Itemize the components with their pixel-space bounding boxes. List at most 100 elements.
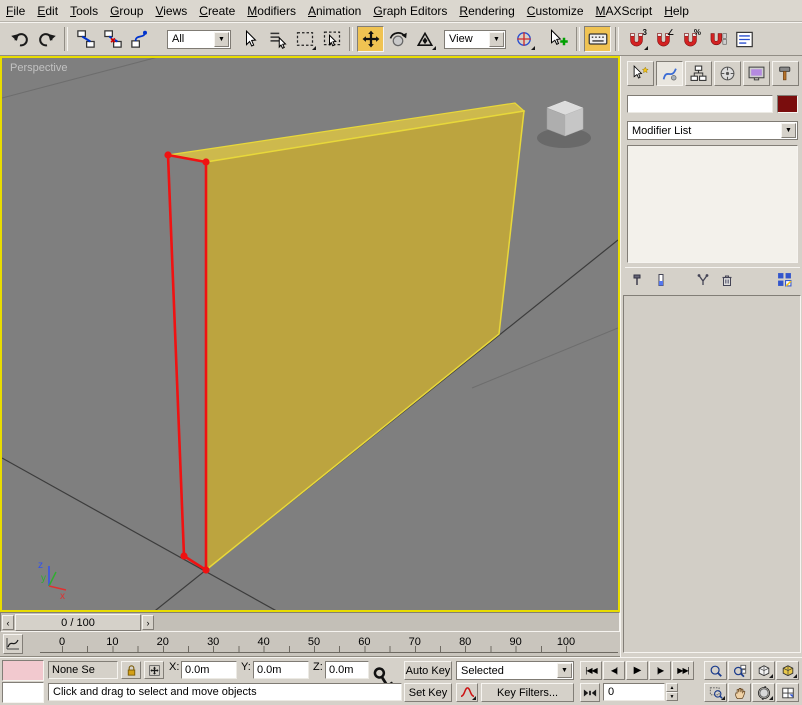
time-slider-track[interactable]: ‹ 0 / 100 › bbox=[0, 612, 620, 632]
absolute-offset-toggle-button[interactable] bbox=[144, 661, 164, 679]
object-name-field[interactable] bbox=[627, 95, 773, 113]
modifier-stack[interactable] bbox=[627, 145, 798, 263]
unlink-selection-button[interactable] bbox=[99, 26, 126, 52]
use-pivot-point-center-button[interactable] bbox=[510, 26, 537, 52]
pan-button[interactable] bbox=[728, 683, 751, 702]
set-key-button[interactable]: Set Key bbox=[404, 683, 452, 702]
menu-file[interactable]: File bbox=[0, 1, 31, 21]
zoom-all-button[interactable] bbox=[728, 661, 751, 680]
key-mode-toggle-button[interactable] bbox=[580, 683, 600, 702]
play-button[interactable]: ▶ bbox=[626, 661, 648, 680]
auto-key-button[interactable]: Auto Key bbox=[404, 661, 452, 680]
select-and-scale-button[interactable] bbox=[411, 26, 438, 52]
modifier-list-dropdown[interactable]: Modifier List ▼ bbox=[627, 121, 798, 140]
zoom-extents-button[interactable] bbox=[752, 661, 775, 680]
chevron-down-icon[interactable]: ▼ bbox=[489, 32, 504, 47]
menu-animation[interactable]: Animation bbox=[302, 1, 367, 21]
tab-hierarchy[interactable] bbox=[685, 61, 712, 86]
perspective-viewport[interactable]: Perspective bbox=[0, 56, 620, 612]
menu-maxscript[interactable]: MAXScript bbox=[590, 1, 659, 21]
tab-motion[interactable] bbox=[714, 61, 741, 86]
menu-graph-editors[interactable]: Graph Editors bbox=[367, 1, 453, 21]
go-to-start-button[interactable]: |◀◀ bbox=[580, 661, 602, 680]
object-color-swatch[interactable] bbox=[777, 95, 798, 113]
chevron-down-icon[interactable]: ▼ bbox=[214, 32, 229, 47]
select-and-manipulate-button[interactable] bbox=[545, 26, 572, 52]
time-slider-handle[interactable]: 0 / 100 bbox=[15, 614, 141, 631]
pin-stack-button[interactable] bbox=[625, 270, 649, 290]
current-frame-field[interactable]: 0 bbox=[603, 683, 665, 701]
menu-help[interactable]: Help bbox=[658, 1, 695, 21]
frame-spinner[interactable]: ▲ ▼ bbox=[666, 683, 678, 701]
maxscript-listener-script-line[interactable] bbox=[2, 682, 44, 703]
window-crossing-toggle-button[interactable] bbox=[318, 26, 345, 52]
maxscript-listener-macro-line[interactable] bbox=[2, 660, 44, 681]
zoom-extents-all-button[interactable] bbox=[776, 661, 799, 680]
select-and-rotate-button[interactable] bbox=[384, 26, 411, 52]
arc-rotate-button[interactable] bbox=[752, 683, 775, 702]
ruler-tick-90: 90 bbox=[506, 636, 526, 648]
chevron-down-icon[interactable]: ▼ bbox=[781, 123, 796, 138]
undo-button[interactable] bbox=[6, 26, 33, 52]
scene-object-box[interactable] bbox=[537, 101, 591, 148]
bind-to-space-warp-button[interactable] bbox=[126, 26, 153, 52]
spinner-up-icon[interactable]: ▲ bbox=[666, 683, 678, 692]
lock-selection-button[interactable] bbox=[121, 661, 141, 679]
selection-filter-dropdown[interactable]: All ▼ bbox=[167, 30, 231, 49]
coord-z-field[interactable]: 0.0m bbox=[325, 661, 369, 679]
coord-y-field[interactable]: 0.0m bbox=[253, 661, 309, 679]
menu-group[interactable]: Group bbox=[104, 1, 149, 21]
configure-modifier-sets-button[interactable] bbox=[772, 270, 796, 290]
remove-modifier-button[interactable] bbox=[715, 270, 739, 290]
tab-create[interactable] bbox=[627, 61, 654, 86]
viewport-scene[interactable]: z y x bbox=[2, 58, 618, 610]
min-max-toggle-button[interactable] bbox=[776, 683, 799, 702]
time-slider-prev-button[interactable]: ‹ bbox=[2, 615, 14, 630]
named-selection-sets-button[interactable] bbox=[731, 26, 758, 52]
menu-customize[interactable]: Customize bbox=[521, 1, 590, 21]
previous-frame-button[interactable]: ◀| bbox=[603, 661, 625, 680]
show-end-result-button[interactable] bbox=[649, 270, 673, 290]
zoom-region-button[interactable] bbox=[704, 683, 727, 702]
rollout-area[interactable] bbox=[623, 295, 801, 653]
spinner-down-icon[interactable]: ▼ bbox=[666, 692, 678, 701]
menu-edit[interactable]: Edit bbox=[31, 1, 64, 21]
scene-object-wall[interactable] bbox=[168, 103, 524, 570]
default-in-out-tangents-button[interactable] bbox=[456, 683, 478, 702]
select-by-name-button[interactable] bbox=[264, 26, 291, 52]
menu-tools[interactable]: Tools bbox=[64, 1, 104, 21]
track-bar[interactable]: 0102030405060708090100 bbox=[0, 632, 620, 657]
menu-modifiers[interactable]: Modifiers bbox=[241, 1, 302, 21]
angle-snap-toggle-button[interactable]: ∠ bbox=[650, 26, 677, 52]
padlock-icon bbox=[125, 664, 138, 677]
tab-modify[interactable] bbox=[656, 61, 683, 86]
keyboard-shortcut-override-button[interactable] bbox=[584, 26, 611, 52]
chevron-down-icon[interactable]: ▼ bbox=[557, 663, 572, 678]
select-and-link-button[interactable] bbox=[72, 26, 99, 52]
select-object-button[interactable] bbox=[237, 26, 264, 52]
viewport-label[interactable]: Perspective bbox=[10, 62, 67, 74]
make-unique-icon bbox=[696, 273, 710, 287]
tab-utilities[interactable] bbox=[772, 61, 799, 86]
next-frame-button[interactable]: |▶ bbox=[649, 661, 671, 680]
snap-3d-toggle-button[interactable]: 3 bbox=[623, 26, 650, 52]
rectangular-selection-region-button[interactable] bbox=[291, 26, 318, 52]
selected-set-dropdown[interactable]: Selected ▼ bbox=[456, 661, 574, 680]
tab-display[interactable] bbox=[743, 61, 770, 86]
spinner-snap-toggle-button[interactable] bbox=[704, 26, 731, 52]
selected-edges[interactable] bbox=[168, 155, 206, 570]
zoom-button[interactable] bbox=[704, 661, 727, 680]
redo-button[interactable] bbox=[33, 26, 60, 52]
menu-create[interactable]: Create bbox=[193, 1, 241, 21]
mini-curve-editor-button[interactable] bbox=[3, 634, 23, 654]
time-slider-next-button[interactable]: › bbox=[142, 615, 154, 630]
make-unique-button[interactable] bbox=[691, 270, 715, 290]
reference-coordinate-dropdown[interactable]: View ▼ bbox=[444, 30, 506, 49]
select-and-move-button[interactable] bbox=[357, 26, 384, 52]
menu-rendering[interactable]: Rendering bbox=[453, 1, 520, 21]
key-filters-button[interactable]: Key Filters... bbox=[481, 683, 574, 702]
go-to-end-button[interactable]: ▶▶| bbox=[672, 661, 694, 680]
coord-x-field[interactable]: 0.0m bbox=[181, 661, 237, 679]
percent-snap-toggle-button[interactable]: % bbox=[677, 26, 704, 52]
menu-views[interactable]: Views bbox=[149, 1, 193, 21]
